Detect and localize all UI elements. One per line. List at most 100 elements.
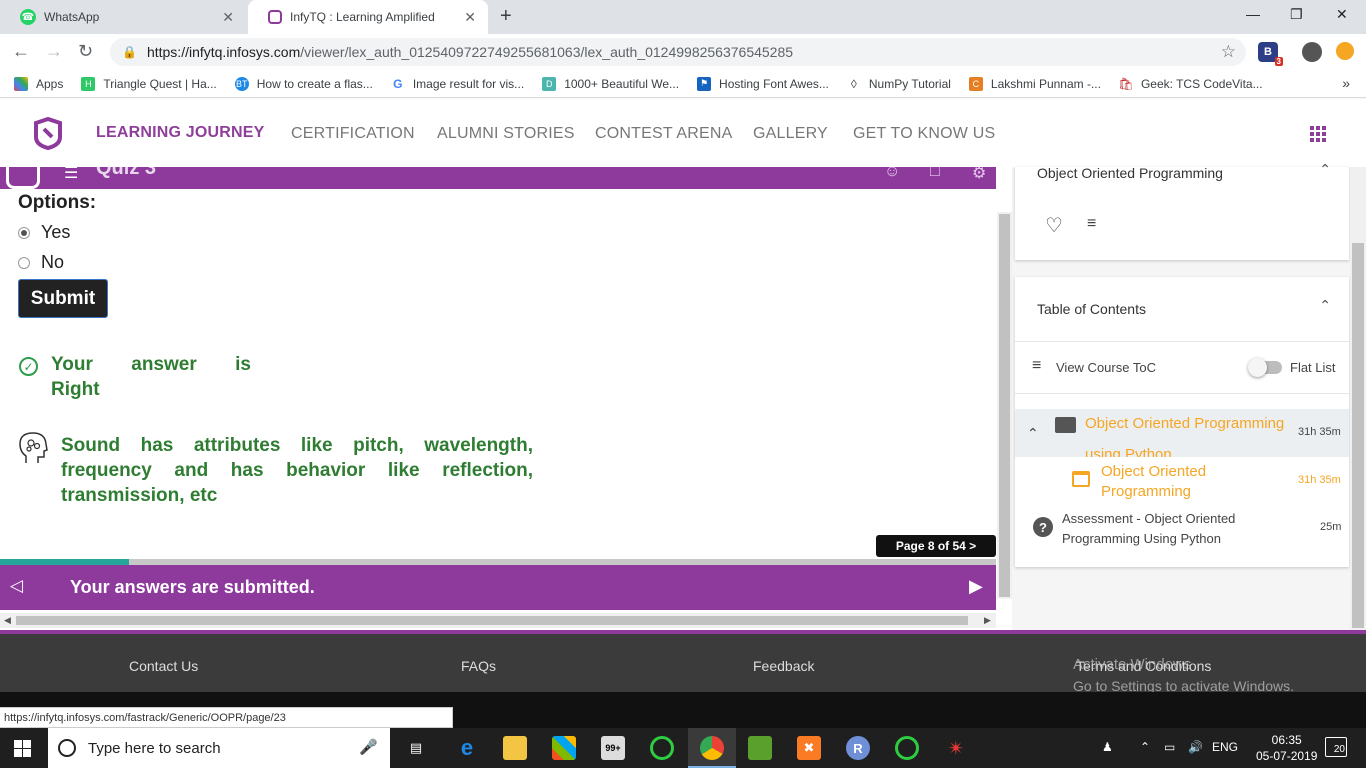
chevron-up-icon[interactable]: ⌃ [1027,425,1039,442]
bookmark-numpy[interactable]: ◊ NumPy Tutorial [846,76,951,91]
tray-up-icon[interactable]: ⌃ [1140,740,1150,754]
nav-alumni-stories[interactable]: ALUMNI STORIES [437,125,575,143]
view-toc-link[interactable]: View Course ToC [1056,360,1156,375]
toc-item-resource[interactable]: Object Oriented Programming 31h 35m [1015,461,1349,503]
forward-icon[interactable]: → [45,41,63,62]
close-icon[interactable]: ✕ [222,9,234,26]
bookmark-geek[interactable]: 🛍 Geek: TCS CodeVita... [1118,76,1263,91]
volume-icon[interactable]: 🔊 [1188,740,1203,754]
tab-infytq[interactable]: InfyTQ : Learning Amplified ✕ [248,0,488,34]
viewer-horizontal-scrollbar[interactable]: ◀ ▶ [0,613,996,628]
nav-contest-arena[interactable]: CONTEST ARENA [595,125,732,143]
nav-get-to-know-us[interactable]: GET TO KNOW US [853,125,995,143]
option-label: No [41,252,65,272]
option-no[interactable]: No [18,252,64,273]
chevron-up-icon[interactable]: ⌃ [1319,161,1331,178]
bookmark-star-icon[interactable]: ☆ [1221,42,1236,62]
page-vertical-scrollbar[interactable] [1350,167,1366,630]
bookmark-beautiful-web[interactable]: D 1000+ Beautiful We... [542,76,679,91]
profile-avatar[interactable] [1302,42,1322,62]
scroll-thumb[interactable] [999,214,1010,597]
file-explorer-icon[interactable] [503,736,527,760]
footer-feedback[interactable]: Feedback [753,658,814,674]
apps-menu-icon[interactable] [1310,126,1326,142]
settings-icon[interactable]: ⚙ [972,167,986,183]
notepad-icon[interactable] [748,736,772,760]
taskbar-search[interactable]: Type here to search 🎤 [48,728,390,768]
windows-start-icon[interactable] [14,740,31,757]
reload-icon[interactable]: ↻ [78,41,93,62]
spinner-app-icon[interactable] [650,736,674,760]
radio-yes[interactable] [18,226,30,239]
footer-faqs[interactable]: FAQs [461,658,496,674]
people-icon[interactable]: ♟ [1102,740,1113,754]
edge-icon[interactable]: e [455,735,479,760]
course-card: Object Oriented Programming ⌃ ♡ ≡ [1015,161,1349,260]
r-icon[interactable]: R [846,736,870,760]
heart-icon[interactable]: ♡ [1045,213,1063,238]
playlist-add-icon[interactable]: ≡ [1087,215,1096,233]
bookmark-apps[interactable]: Apps [14,76,63,91]
menu-icon[interactable]: ☰ [64,167,78,183]
scroll-thumb[interactable] [16,616,968,625]
toc-item-assessment[interactable]: ? Assessment - Object Oriented Programmi… [1015,509,1349,553]
close-icon[interactable]: ✕ [464,9,476,26]
tab-whatsapp[interactable]: ☎ WhatsApp ✕ [0,0,246,34]
viewer-vertical-scrollbar[interactable] [997,212,1012,599]
option-yes[interactable]: Yes [18,222,70,243]
bookmarks-overflow-icon[interactable]: » [1342,75,1350,91]
submit-button[interactable]: Submit [18,279,108,318]
close-window-button[interactable]: ✕ [1336,6,1348,23]
whatsapp-icon: ☎ [20,9,36,25]
spider-icon[interactable]: ✴ [944,736,968,760]
address-bar[interactable]: 🔒 https://infytq.infosys.com/viewer/lex_… [110,38,1246,66]
taskbar-clock[interactable]: 06:35 05-07-2019 [1256,732,1317,764]
smiley-icon[interactable]: ☺ [884,167,900,181]
nav-gallery[interactable]: GALLERY [753,125,828,143]
extension-b-icon[interactable]: B3 [1258,42,1283,66]
toc-title: Table of Contents [1037,301,1146,317]
bookmark-triangle-quest[interactable]: H Triangle Quest | Ha... [81,76,217,91]
bookmark-image-result[interactable]: G Image result for vis... [390,76,524,91]
action-center-icon[interactable]: 20 [1325,737,1347,757]
xampp-icon[interactable]: ✖ [797,736,821,760]
document-icon[interactable]: □ [930,167,940,181]
list-icon: ≡ [1032,357,1042,374]
language-indicator[interactable]: ENG [1212,740,1238,754]
scroll-right-icon[interactable]: ▶ [984,615,991,626]
radio-no[interactable] [18,256,30,269]
bookmark-flask[interactable]: BT How to create a flas... [234,76,373,91]
course-sidebar: Object Oriented Programming ⌃ ♡ ≡ Table … [1012,161,1350,630]
bookmark-hosting-font[interactable]: ⚑ Hosting Font Awes... [697,76,829,91]
chrome-icon[interactable] [700,736,724,760]
new-tab-button[interactable]: + [500,5,512,28]
next-icon[interactable]: ▶ [969,576,983,597]
page-indicator[interactable]: Page 8 of 54 > [876,535,996,557]
battery-icon[interactable]: ▭ [1164,740,1175,754]
chevron-up-icon[interactable]: ⌃ [1319,297,1331,314]
footer-contact-us[interactable]: Contact Us [129,658,198,674]
infytq-logo[interactable] [30,115,66,151]
task-view-icon[interactable]: ▤ [404,736,428,760]
toc-item-module[interactable]: ⌃ Object Oriented Programming using Pyth… [1015,409,1349,457]
flat-list-label: Flat List [1290,360,1336,375]
minimize-button[interactable]: — [1246,6,1260,22]
update-icon[interactable] [1336,42,1354,60]
nav-certification[interactable]: CERTIFICATION [291,125,415,143]
previous-icon[interactable]: ◁ [10,576,23,596]
spinner-app-icon-2[interactable] [895,736,919,760]
windows-taskbar: Type here to search 🎤 ▤ e 99+ ✖ R ✴ ♟ ⌃ … [0,728,1366,768]
mail-icon[interactable]: 99+ [601,736,625,760]
scroll-thumb[interactable] [1352,243,1364,628]
bookmark-lakshmi[interactable]: C Lakshmi Punnam -... [968,76,1101,91]
nav-learning-journey[interactable]: LEARNING JOURNEY [96,124,265,142]
toc-item-label: Object Oriented Programming [1101,463,1207,500]
back-icon[interactable]: ← [12,41,30,62]
help-icon: ? [1033,517,1053,537]
flat-list-toggle[interactable] [1248,358,1282,377]
scroll-left-icon[interactable]: ◀ [4,615,11,626]
restore-button[interactable]: ❐ [1290,6,1303,23]
c-icon: C [968,76,983,91]
store-icon[interactable] [552,736,576,760]
microphone-icon[interactable]: 🎤 [359,738,378,756]
